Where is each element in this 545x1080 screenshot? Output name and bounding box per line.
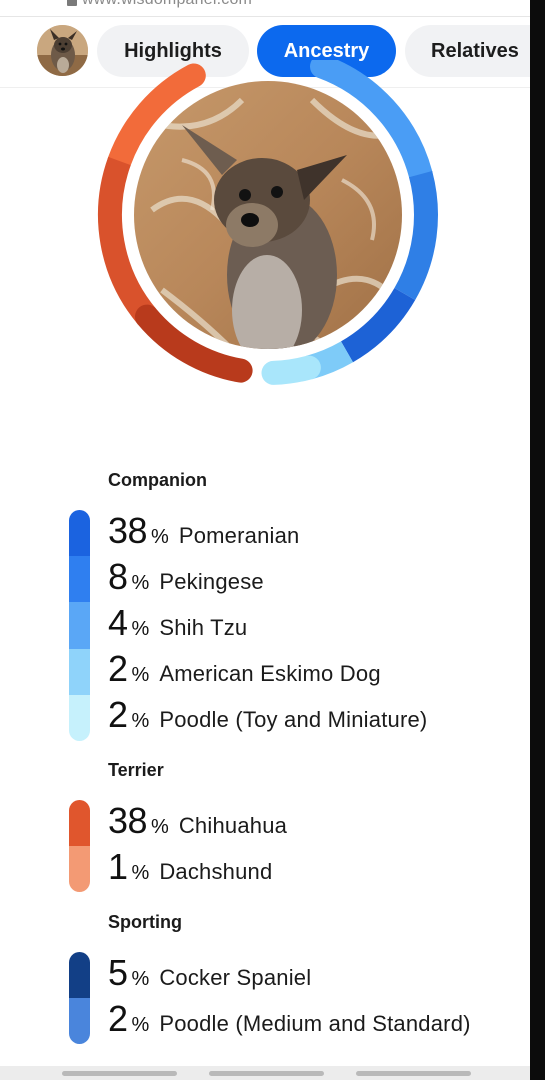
percent-sign: % bbox=[131, 710, 150, 732]
ring-segment bbox=[261, 355, 321, 385]
url-text: www.wisdompanel.com bbox=[82, 0, 252, 9]
percent-sign: % bbox=[151, 526, 169, 548]
color-bar-segment bbox=[69, 998, 90, 1044]
percent-sign: % bbox=[131, 1014, 150, 1036]
breed-percent: 4 bbox=[108, 602, 128, 643]
color-bar-segment bbox=[69, 556, 90, 603]
breed-row[interactable]: 1% Dachshund bbox=[108, 846, 272, 892]
breed-percent: 2 bbox=[108, 648, 128, 689]
breed-row[interactable]: 2% Poodle (Toy and Miniature) bbox=[108, 694, 427, 740]
breed-row[interactable]: 8% Pekingese bbox=[108, 556, 264, 602]
percent-sign: % bbox=[131, 618, 150, 640]
breed-name: Chihuahua bbox=[178, 813, 288, 838]
ring-segment bbox=[394, 170, 438, 300]
color-bar-segment bbox=[69, 510, 90, 557]
color-bar-segment bbox=[69, 846, 90, 892]
bottom-scroll-hint bbox=[0, 1066, 530, 1080]
breed-row[interactable]: 2% Poodle (Medium and Standard) bbox=[108, 998, 471, 1044]
companion-color-bar bbox=[69, 510, 90, 741]
breed-name: Poodle (Toy and Miniature) bbox=[159, 707, 428, 732]
breed-percent: 2 bbox=[108, 694, 128, 735]
breed-row[interactable]: 2% American Eskimo Dog bbox=[108, 648, 381, 694]
percent-sign: % bbox=[151, 816, 169, 838]
breed-percent: 1 bbox=[108, 846, 128, 887]
dog-avatar-icon[interactable] bbox=[37, 25, 88, 76]
breed-name: Poodle (Medium and Standard) bbox=[159, 1011, 471, 1036]
color-bar-segment bbox=[69, 648, 90, 695]
percent-sign: % bbox=[131, 862, 150, 884]
percent-sign: % bbox=[131, 968, 150, 990]
carousel-indicator[interactable] bbox=[209, 1071, 324, 1076]
breed-name: Dachshund bbox=[159, 859, 273, 884]
percent-sign: % bbox=[131, 664, 150, 686]
breed-percent: 5 bbox=[108, 952, 128, 993]
breed-row[interactable]: 38% Pomeranian bbox=[108, 510, 299, 556]
breed-percent: 8 bbox=[108, 556, 128, 597]
breed-percent: 2 bbox=[108, 998, 128, 1039]
breed-name: Shih Tzu bbox=[159, 615, 248, 640]
breed-name: Pekingese bbox=[159, 569, 264, 594]
terrier-color-bar bbox=[69, 800, 90, 892]
lock-icon bbox=[67, 0, 77, 6]
group-title-sporting: Sporting bbox=[108, 912, 182, 932]
carousel-indicator[interactable] bbox=[62, 1071, 177, 1076]
ancestry-ring-chart bbox=[82, 60, 458, 400]
browser-url-bar[interactable]: www.wisdompanel.com bbox=[0, 0, 530, 17]
carousel-indicator[interactable] bbox=[356, 1071, 471, 1076]
breed-name: Pomeranian bbox=[178, 523, 300, 548]
breed-percent: 38 bbox=[108, 510, 148, 551]
breed-percent: 38 bbox=[108, 800, 148, 841]
breed-name: American Eskimo Dog bbox=[159, 661, 381, 686]
breed-name: Cocker Spaniel bbox=[159, 965, 312, 990]
breed-row[interactable]: 5% Cocker Spaniel bbox=[108, 952, 311, 998]
group-title-terrier: Terrier bbox=[108, 760, 164, 780]
color-bar-segment bbox=[69, 952, 90, 998]
percent-sign: % bbox=[131, 572, 150, 594]
group-title-companion: Companion bbox=[108, 470, 207, 490]
color-bar-segment bbox=[69, 800, 90, 846]
breed-row[interactable]: 4% Shih Tzu bbox=[108, 602, 247, 648]
breed-row[interactable]: 38% Chihuahua bbox=[108, 800, 287, 846]
sporting-color-bar bbox=[69, 952, 90, 1044]
ancestry-page: www.wisdompanel.com Highlights Ancestry … bbox=[0, 0, 530, 1080]
color-bar-segment bbox=[69, 694, 90, 741]
color-bar-segment bbox=[69, 602, 90, 649]
